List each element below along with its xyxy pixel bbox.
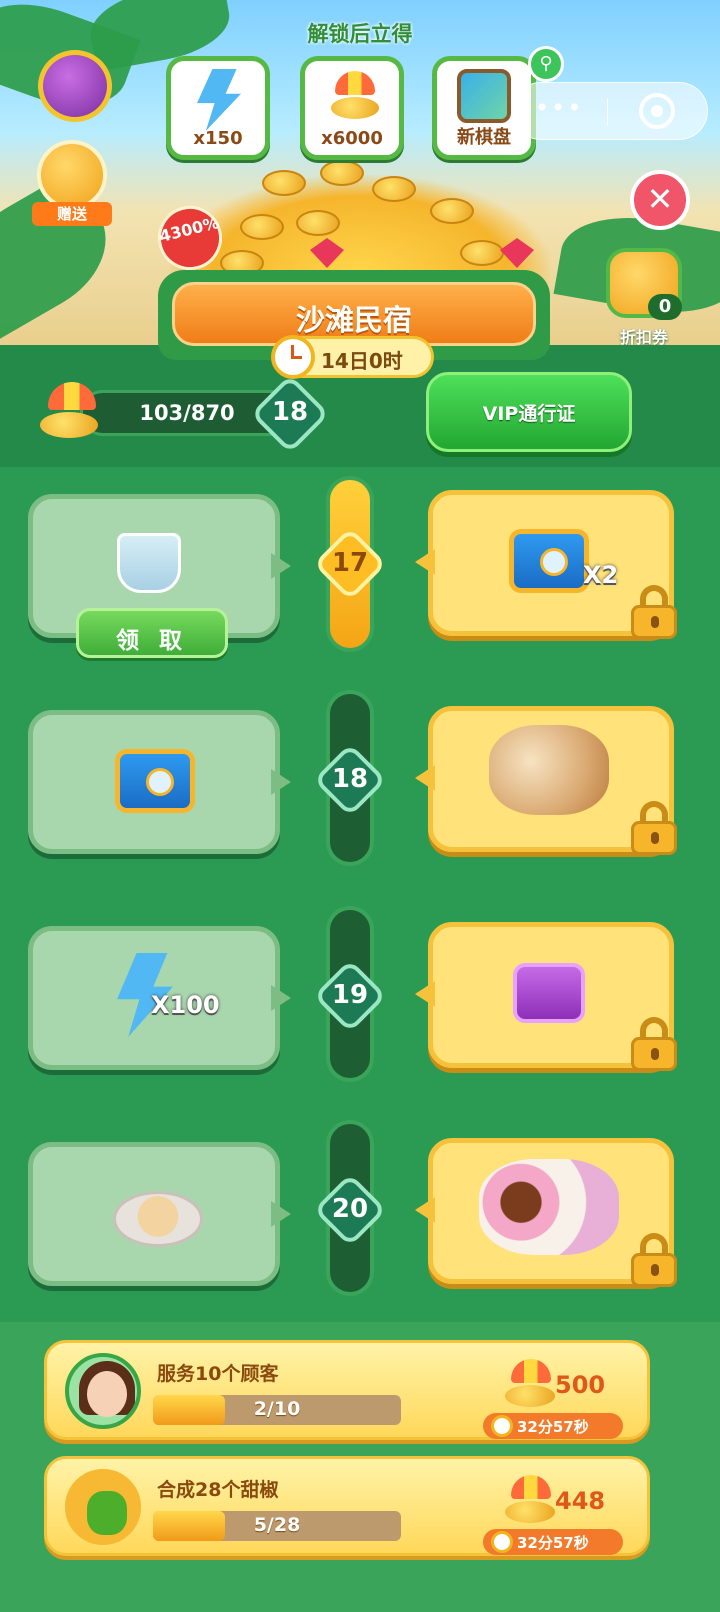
vip-reward-card[interactable] <box>415 922 677 1071</box>
vip-reward-card[interactable] <box>415 1138 677 1287</box>
lock-icon <box>631 1017 677 1071</box>
coin-icon <box>296 210 340 236</box>
reward-multiplier: X2 <box>583 561 619 589</box>
sweets-set-icon <box>479 1159 619 1255</box>
umbrella-coin-icon <box>505 1359 557 1411</box>
task-reward: 448 <box>555 1487 606 1515</box>
vip-pass-button[interactable]: VIP通行证 <box>426 372 632 452</box>
task-time: 32分57秒 <box>517 1418 589 1436</box>
coin-icon <box>262 170 306 196</box>
capsule-divider <box>607 98 608 126</box>
task-card[interactable]: 服务10个顾客 2/10 500 32分57秒 <box>44 1340 650 1440</box>
claim-label: 领 取 <box>115 628 188 654</box>
close-miniprogram-icon[interactable] <box>639 93 675 129</box>
unlock-rewards-title: 解锁后立得 <box>307 22 413 46</box>
task-name: 服务10个顾客 <box>157 1363 279 1385</box>
task-progress-bar: 5/28 <box>153 1511 401 1541</box>
coupon-gift-icon <box>37 140 107 210</box>
vip-pass-label: VIP通行证 <box>482 403 576 425</box>
level-node: 18 <box>313 743 387 817</box>
coin-icon <box>372 176 416 202</box>
reward-multiplier: X100 <box>151 991 220 1019</box>
level-node: 17 <box>313 527 387 601</box>
discount-coupon-button[interactable]: 0 折扣券 <box>594 248 694 348</box>
current-level: 18 <box>271 397 309 427</box>
vip-reward-card[interactable] <box>415 706 677 855</box>
timer-text: 14日0时 <box>321 349 403 373</box>
purple-chest-icon <box>513 963 585 1023</box>
reward-label: x150 <box>193 128 243 149</box>
task-progress-text: 2/10 <box>253 1398 301 1420</box>
claim-button[interactable]: 领 取 <box>76 608 228 658</box>
task-progress-bar: 2/10 <box>153 1395 401 1425</box>
coin-icon <box>460 240 504 266</box>
umbrella-coin-icon <box>331 71 379 121</box>
pepper-icon <box>65 1469 141 1545</box>
customer-avatar <box>65 1353 141 1429</box>
new-board-icon <box>457 69 511 123</box>
umbrella-coin-icon <box>505 1475 557 1527</box>
clock-icon <box>271 335 315 379</box>
tea-cup-icon <box>117 533 181 593</box>
clock-icon <box>491 1531 513 1553</box>
level-node: 19 <box>313 959 387 1033</box>
free-reward-card[interactable] <box>28 710 291 854</box>
free-reward-card[interactable]: X100 <box>28 926 291 1070</box>
task-timer: 32分57秒 <box>483 1529 623 1555</box>
more-menu-button[interactable]: ••• <box>535 94 583 122</box>
gift-label: 赠送 <box>32 202 112 226</box>
umbrella-coin-icon <box>40 382 102 444</box>
coupon-count: 0 <box>648 294 682 320</box>
free-reward-card[interactable] <box>28 1142 291 1286</box>
reward-label: x6000 <box>321 128 383 149</box>
level-number: 20 <box>331 1194 369 1224</box>
coin-icon <box>240 214 284 240</box>
food-set-icon <box>489 725 609 815</box>
coin-icon <box>430 198 474 224</box>
task-name: 合成28个甜椒 <box>157 1479 279 1501</box>
level-number: 17 <box>331 548 369 578</box>
task-timer: 32分57秒 <box>483 1413 623 1439</box>
coin-icon <box>320 160 364 186</box>
task-reward: 500 <box>555 1371 606 1399</box>
treasure-chest-icon[interactable] <box>38 50 112 122</box>
task-progress-text: 5/28 <box>253 1514 301 1536</box>
vip-reward-card[interactable]: X2 <box>415 490 677 639</box>
energy-bolt-icon <box>197 69 241 131</box>
search-icon[interactable]: ⚲ <box>528 46 564 82</box>
task-time: 32分57秒 <box>517 1534 589 1552</box>
lock-icon <box>631 801 677 855</box>
level-number: 18 <box>331 764 369 794</box>
event-title: 沙滩民宿 <box>295 303 412 337</box>
close-button[interactable]: ✕ <box>630 170 690 230</box>
reward-card-energy[interactable]: x150 <box>166 56 270 160</box>
reward-card-coins[interactable]: x6000 <box>300 56 404 160</box>
task-card[interactable]: 合成28个甜椒 5/28 448 32分57秒 <box>44 1456 650 1556</box>
food-dish-icon <box>113 1191 203 1247</box>
clock-icon <box>491 1415 513 1437</box>
lock-icon <box>631 585 677 639</box>
mini-program-capsule: ••• <box>512 82 708 140</box>
blue-chest-icon <box>509 529 589 593</box>
level-number: 19 <box>331 980 369 1010</box>
level-node: 20 <box>313 1173 387 1247</box>
blue-chest-icon <box>115 749 195 813</box>
event-timer: 14日0时 <box>271 335 434 379</box>
gift-button[interactable]: 赠送 <box>32 140 112 226</box>
lock-icon <box>631 1233 677 1287</box>
